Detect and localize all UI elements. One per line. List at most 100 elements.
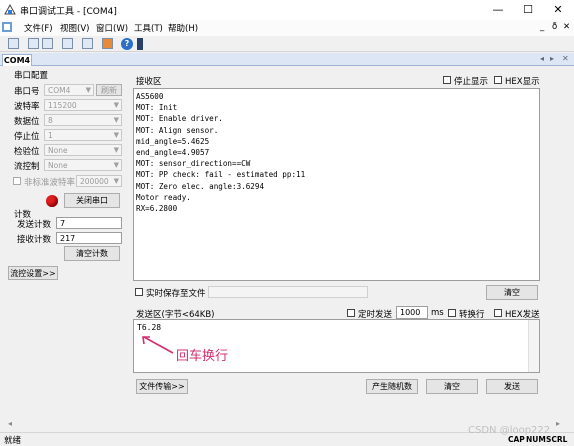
scroll-right-icon[interactable]: ▸ bbox=[556, 419, 560, 428]
send-count-label: 发送计数 bbox=[17, 220, 52, 230]
tab-scroll-right-icon[interactable]: ▸ bbox=[550, 54, 554, 63]
status-text: 就绪 bbox=[4, 436, 22, 446]
receive-line: mid_angle=5.4625 bbox=[136, 136, 210, 146]
databits-select[interactable]: 8 ▼ bbox=[44, 114, 122, 126]
send-scrollbar[interactable] bbox=[528, 320, 539, 372]
flow-select[interactable]: None ▼ bbox=[44, 159, 122, 171]
receive-line: MOT: PP check: fail - estimated pp:11 bbox=[136, 170, 306, 180]
calculator-icon[interactable] bbox=[62, 38, 73, 49]
receive-title: 接收区 bbox=[136, 77, 162, 87]
databits-label: 数据位 bbox=[14, 117, 40, 127]
parity-select[interactable]: None ▼ bbox=[44, 144, 122, 156]
title-bar: 串口调试工具 - [COM4] — ☐ ✕ bbox=[0, 0, 574, 20]
receive-line: AS5600 bbox=[136, 92, 164, 101]
close-port-button[interactable]: 关闭串口 bbox=[64, 193, 120, 208]
receive-text-area[interactable]: AS5600 MOT: Init MOT: Enable driver. MOT… bbox=[133, 88, 540, 281]
recv-count-field: 217 bbox=[56, 232, 122, 244]
document-tabs: COM4 ◂ ▸ ✕ bbox=[0, 53, 574, 66]
minimize-button[interactable]: — bbox=[483, 0, 513, 20]
hex-display-checkbox[interactable] bbox=[494, 76, 502, 84]
stopbits-select[interactable]: 1 ▼ bbox=[44, 129, 122, 141]
split-icon[interactable] bbox=[42, 38, 53, 49]
nonstd-baud-select[interactable]: 200000 ▼ bbox=[76, 175, 122, 187]
menu-app-icon[interactable] bbox=[2, 22, 12, 32]
chevron-down-icon: ▼ bbox=[113, 101, 119, 109]
port-select[interactable]: COM4 ▼ bbox=[44, 84, 94, 96]
clear-count-button[interactable]: 清空计数 bbox=[64, 246, 120, 261]
receive-line: MOT: Enable driver. bbox=[136, 114, 223, 124]
menu-view[interactable]: 视图(V) bbox=[60, 22, 89, 34]
receive-line: end_angle=4.9057 bbox=[136, 148, 210, 158]
menu-bar: 文件(F) 视图(V) 窗口(W) 工具(T) 帮助(H) _ ð ✕ bbox=[0, 20, 574, 36]
tab-scroll-left-icon[interactable]: ◂ bbox=[540, 54, 544, 63]
stopbits-label: 停止位 bbox=[14, 132, 40, 142]
mdi-restore[interactable]: ð bbox=[552, 22, 557, 32]
save-icon[interactable] bbox=[8, 38, 19, 49]
menu-file[interactable]: 文件(F) bbox=[24, 22, 53, 34]
send-button[interactable]: 发送 bbox=[486, 379, 538, 394]
upload-icon[interactable] bbox=[102, 38, 113, 49]
refresh-button[interactable]: 刷新 bbox=[96, 84, 122, 96]
save-path-field[interactable] bbox=[208, 286, 368, 298]
scroll-left-icon[interactable]: ◂ bbox=[8, 419, 12, 428]
menu-help[interactable]: 帮助(H) bbox=[168, 22, 198, 34]
parity-label: 检验位 bbox=[14, 147, 40, 157]
help-icon[interactable]: ? bbox=[121, 38, 133, 50]
terminal-icon[interactable] bbox=[82, 38, 93, 49]
recv-count-label: 接收计数 bbox=[17, 235, 52, 245]
mdi-minimize[interactable]: _ bbox=[540, 22, 544, 32]
receive-clear-button[interactable]: 清空 bbox=[486, 285, 538, 300]
port-config-title: 串口配置 bbox=[14, 71, 49, 81]
baud-label: 波特率 bbox=[14, 102, 40, 112]
flow-label: 流控制 bbox=[14, 162, 40, 172]
chevron-down-icon: ▼ bbox=[113, 116, 119, 124]
chevron-down-icon: ▼ bbox=[85, 86, 91, 94]
num-indicator: NUM bbox=[526, 435, 546, 444]
hex-display-label: HEX显示 bbox=[505, 77, 540, 87]
send-count-field: 7 bbox=[56, 217, 122, 229]
receive-line: MOT: Align sensor. bbox=[136, 125, 219, 135]
hex-send-checkbox[interactable] bbox=[494, 309, 502, 317]
tab-close-icon[interactable]: ✕ bbox=[562, 54, 569, 63]
chevron-down-icon: ▼ bbox=[113, 177, 119, 185]
annotation-arrow-icon bbox=[142, 336, 174, 354]
port-status-indicator bbox=[46, 195, 58, 207]
app-icon bbox=[4, 4, 16, 15]
toolbar: ? bbox=[0, 36, 574, 52]
receive-line: MOT: Zero elec. angle:3.6294 bbox=[136, 181, 265, 191]
receive-line: Motor ready. bbox=[136, 192, 191, 202]
maximize-button[interactable]: ☐ bbox=[513, 0, 543, 20]
layout-icon[interactable] bbox=[28, 38, 39, 49]
tab-com4[interactable]: COM4 bbox=[2, 54, 32, 66]
random-number-button[interactable]: 产生随机数 bbox=[366, 379, 418, 394]
newline-checkbox[interactable] bbox=[448, 309, 456, 317]
receive-line: RX=6.2800 bbox=[136, 204, 178, 214]
realtime-save-checkbox[interactable] bbox=[135, 288, 143, 296]
annotation-text: 回车换行 bbox=[176, 349, 229, 364]
close-button[interactable]: ✕ bbox=[543, 0, 573, 20]
menu-window[interactable]: 窗口(W) bbox=[96, 22, 128, 34]
flow-settings-button[interactable]: 流控设置>> bbox=[8, 266, 58, 280]
chevron-down-icon: ▼ bbox=[113, 161, 119, 169]
pause-display-label: 停止显示 bbox=[454, 77, 489, 87]
nonstd-baud-checkbox[interactable] bbox=[13, 177, 21, 185]
window-title: 串口调试工具 - [COM4] bbox=[20, 7, 117, 17]
send-clear-button[interactable]: 清空 bbox=[426, 379, 478, 394]
interval-unit: ms bbox=[431, 308, 444, 318]
scrl-indicator: SCRL bbox=[546, 435, 568, 444]
chevron-down-icon: ▼ bbox=[113, 131, 119, 139]
interval-input[interactable]: 1000 bbox=[396, 306, 428, 319]
realtime-save-label: 实时保存至文件 bbox=[146, 289, 206, 299]
nonstd-baud-label: 非标准波特率 bbox=[24, 178, 76, 188]
menu-tools[interactable]: 工具(T) bbox=[134, 22, 163, 34]
chevron-down-icon: ▼ bbox=[113, 146, 119, 154]
send-content: T6.28 bbox=[137, 323, 162, 332]
baud-select[interactable]: 115200 ▼ bbox=[44, 99, 122, 111]
mdi-close[interactable]: ✕ bbox=[563, 22, 570, 32]
file-transfer-button[interactable]: 文件传输>> bbox=[136, 379, 188, 394]
port-label: 串口号 bbox=[14, 87, 40, 97]
timer-send-checkbox[interactable] bbox=[347, 309, 355, 317]
cap-indicator: CAP bbox=[508, 435, 525, 444]
receive-line: MOT: Init bbox=[136, 103, 178, 113]
pause-display-checkbox[interactable] bbox=[443, 76, 451, 84]
